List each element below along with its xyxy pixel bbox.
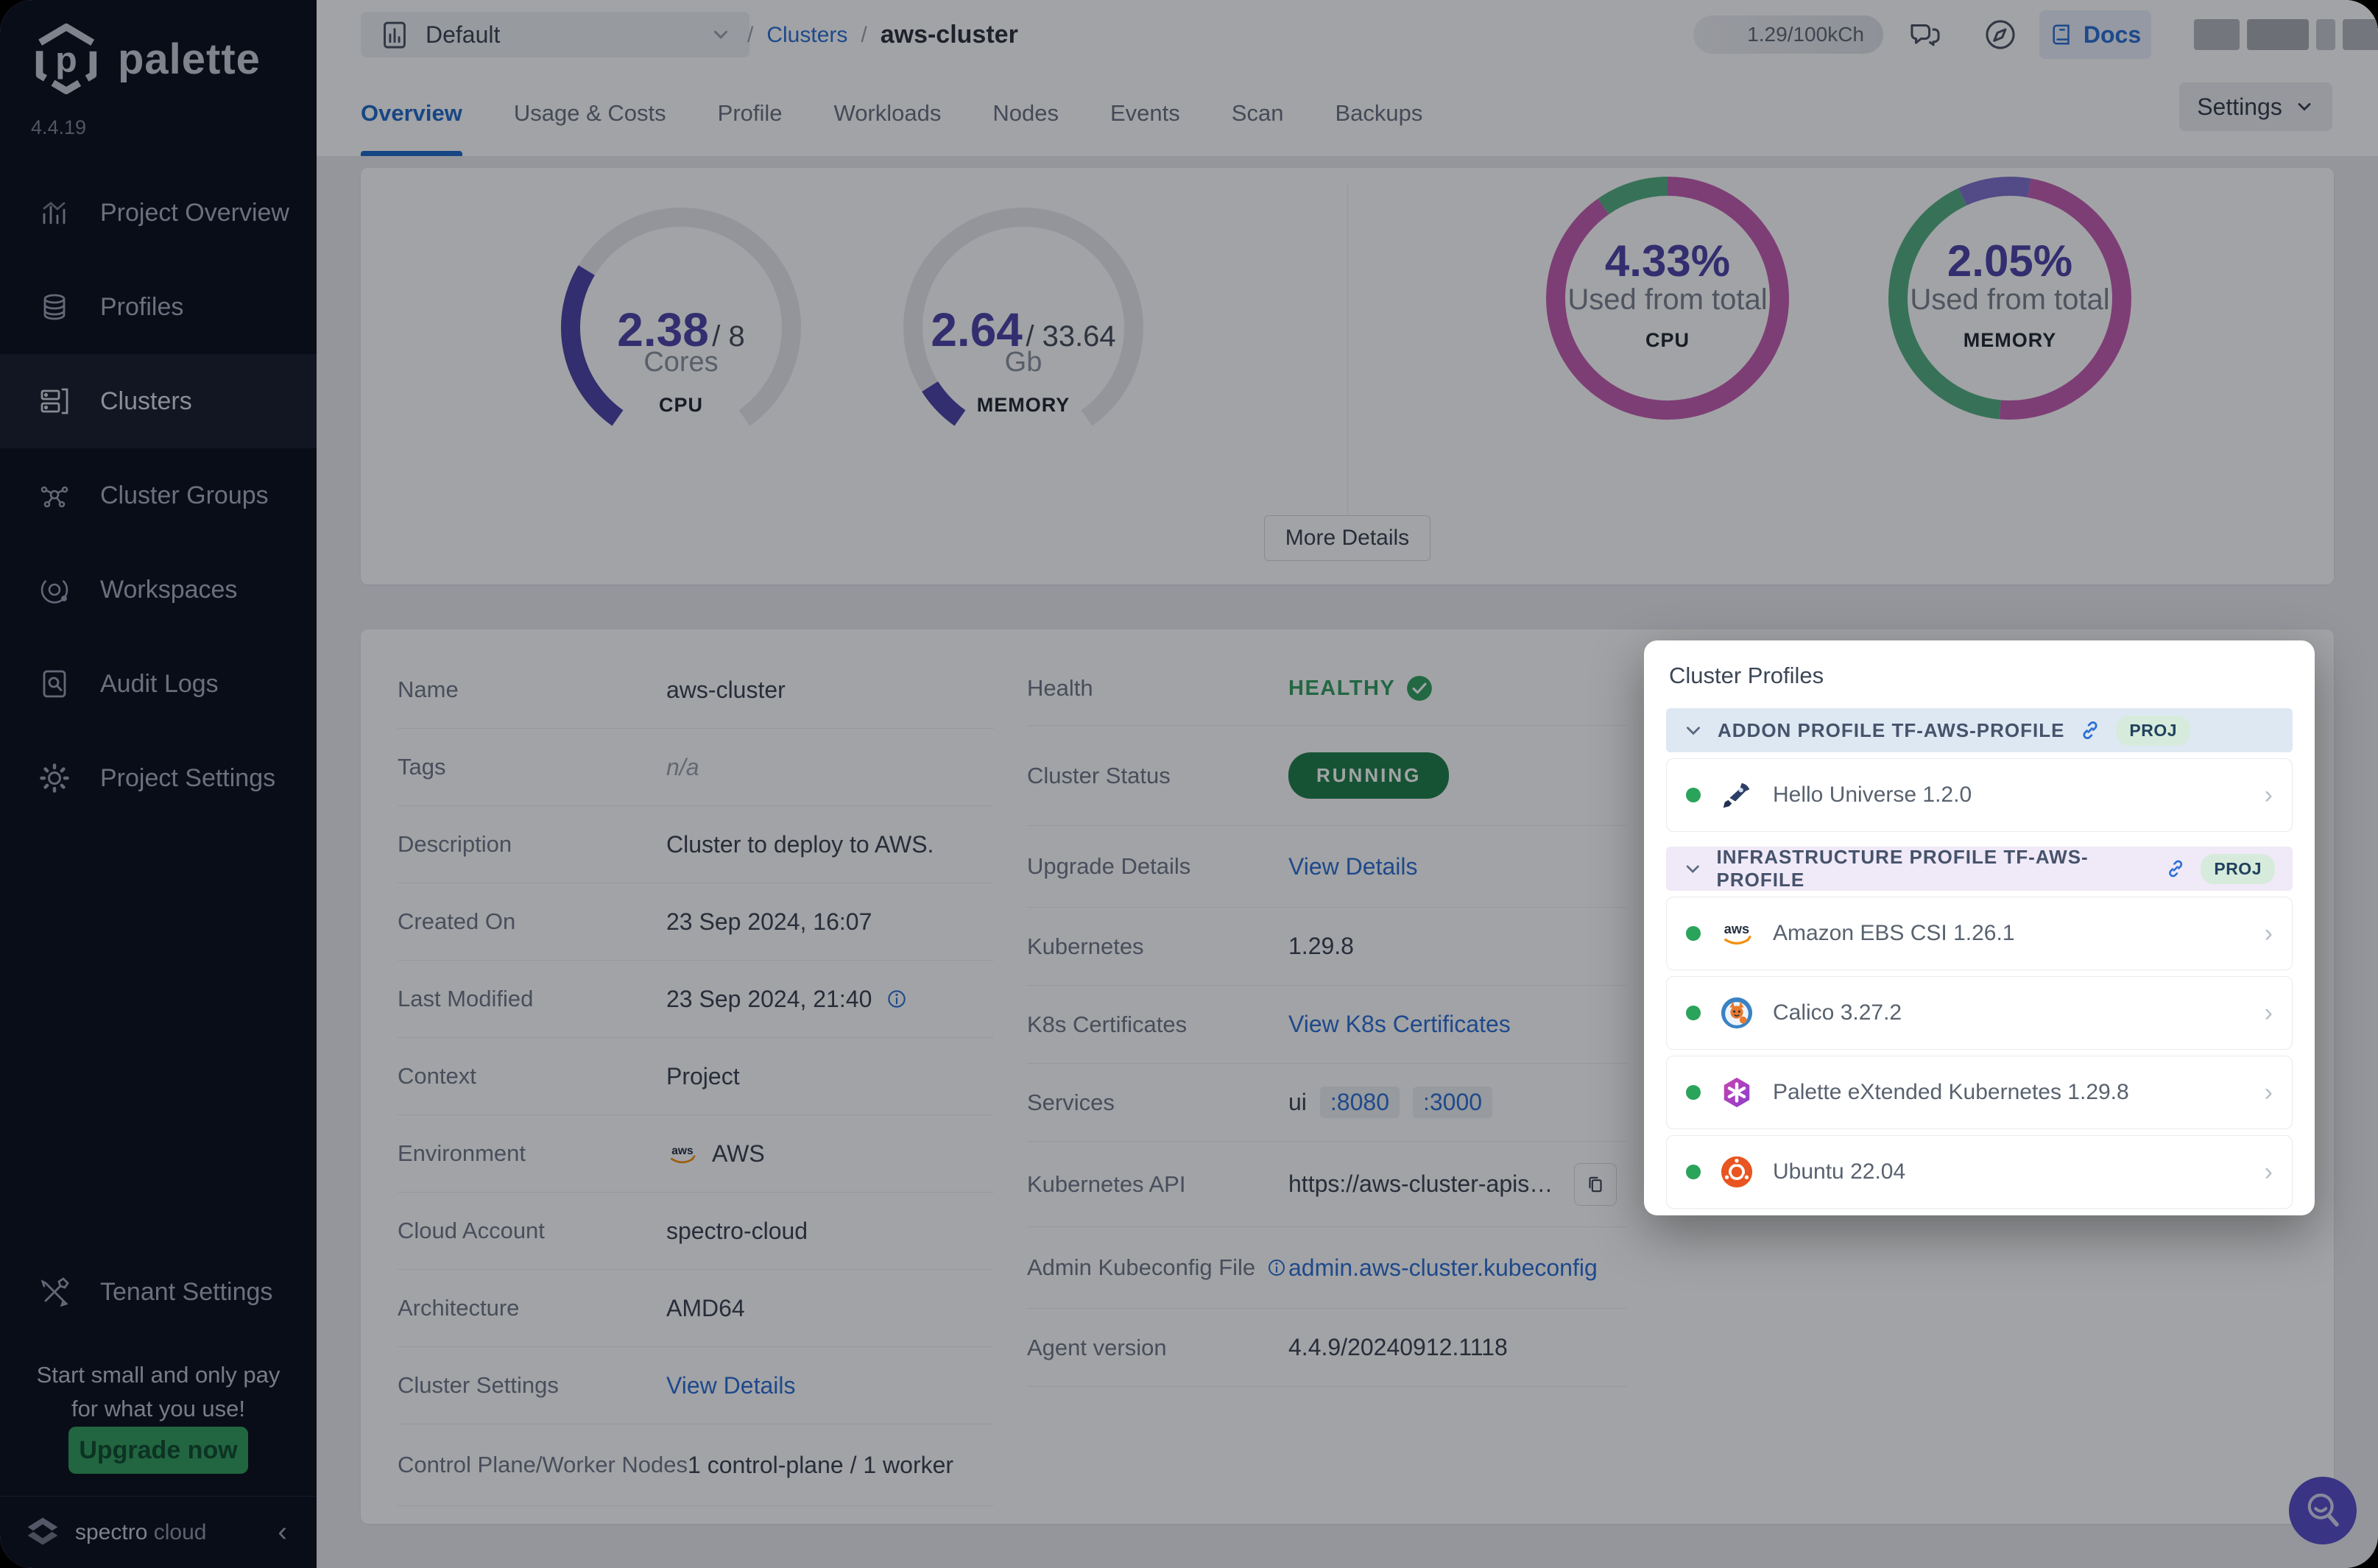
infrastructure-profile-header[interactable]: INFRASTRUCTURE PROFILE TF-AWS-PROFILE PR…: [1666, 847, 2293, 891]
addon-profile-header[interactable]: ADDON PROFILE TF-AWS-PROFILE PROJ: [1666, 708, 2293, 752]
status-dot: [1686, 926, 1701, 941]
cluster-profiles-panel: Cluster Profiles ADDON PROFILE TF-AWS-PR…: [1644, 640, 2315, 1215]
addon-profile-label: ADDON PROFILE TF-AWS-PROFILE: [1718, 719, 2064, 742]
ubuntu-icon: [1720, 1155, 1754, 1189]
link-icon: [2079, 719, 2101, 741]
profile-pack-name: Calico 3.27.2: [1773, 1000, 2245, 1025]
profile-row-palette-extended-kubernetes[interactable]: Palette eXtended Kubernetes 1.29.8 ›: [1666, 1056, 2293, 1129]
profile-pack-name: Ubuntu 22.04: [1773, 1159, 2245, 1184]
chevron-right-icon: ›: [2265, 781, 2273, 810]
svg-text:aws: aws: [1724, 922, 1749, 936]
chevron-down-icon: [1684, 859, 1702, 878]
proj-badge: PROJ: [2201, 854, 2275, 884]
status-dot: [1686, 788, 1701, 802]
profile-row-amazon-ebs-csi[interactable]: aws Amazon EBS CSI 1.26.1 ›: [1666, 897, 2293, 970]
profile-row-hello-universe[interactable]: Hello Universe 1.2.0 ›: [1666, 758, 2293, 832]
status-dot: [1686, 1006, 1701, 1020]
chevron-right-icon: ›: [2265, 1158, 2273, 1187]
profile-row-ubuntu[interactable]: Ubuntu 22.04 ›: [1666, 1135, 2293, 1209]
status-dot: [1686, 1165, 1701, 1179]
chevron-right-icon: ›: [2265, 999, 2273, 1028]
link-icon: [2165, 858, 2186, 880]
panel-title: Cluster Profiles: [1669, 663, 2293, 689]
app-window: p palette 4.4.19 Project Overview Profil…: [0, 0, 2378, 1568]
proj-badge: PROJ: [2116, 716, 2190, 746]
chevron-right-icon: ›: [2265, 1078, 2273, 1107]
infrastructure-profile-label: INFRASTRUCTURE PROFILE TF-AWS-PROFILE: [1717, 846, 2151, 891]
profile-row-calico[interactable]: Calico 3.27.2 ›: [1666, 976, 2293, 1050]
chevron-right-icon: ›: [2265, 919, 2273, 948]
pxk-hexagon-icon: [1720, 1076, 1754, 1109]
profile-pack-name: Palette eXtended Kubernetes 1.29.8: [1773, 1080, 2245, 1105]
profile-pack-name: Hello Universe 1.2.0: [1773, 783, 2245, 808]
hello-universe-icon: [1720, 778, 1754, 812]
chevron-down-icon: [1684, 721, 1703, 740]
profile-pack-name: Amazon EBS CSI 1.26.1: [1773, 921, 2245, 946]
aws-icon: aws: [1720, 917, 1754, 950]
calico-icon: [1720, 996, 1754, 1030]
status-dot: [1686, 1085, 1701, 1100]
